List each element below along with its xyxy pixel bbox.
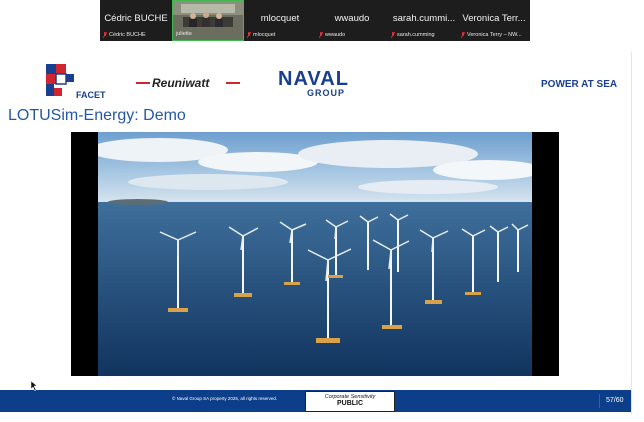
participant-name: mlocquet [260, 13, 300, 24]
slide-footer: © Naval Group SA property 2025, all righ… [0, 390, 632, 412]
wind-farm-scene [98, 132, 532, 376]
participant-tile[interactable]: Veronica Terr... Veronica Terry – NW... [458, 0, 530, 41]
participant-tile[interactable]: sarah.cummi... sarah.cumming [388, 0, 460, 41]
naval-group-text: GROUP [307, 88, 346, 98]
scrollbar[interactable] [631, 52, 644, 414]
participant-strip: Cédric BUCHE Cédric BUCHE juliette mlocq… [0, 0, 644, 52]
demo-video[interactable] [71, 132, 559, 376]
participant-name: Veronica Terr... [462, 13, 526, 24]
participant-label: wwaudo [325, 32, 346, 38]
participant-name: Cédric BUCHE [104, 13, 168, 24]
reuniwatt-logo: Reuniwatt [136, 76, 240, 90]
participant-tile[interactable]: Cédric BUCHE Cédric BUCHE [100, 0, 172, 41]
page-number: 57/60 [606, 397, 624, 404]
shared-slide: FACET Reuniwatt NAVAL GROUP POWER AT SEA… [0, 52, 632, 414]
facet-text: FACET [76, 90, 106, 100]
participant-tile[interactable]: wwaudo wwaudo [316, 0, 388, 41]
muted-mic-icon [319, 32, 323, 38]
muted-mic-icon [391, 32, 395, 38]
participant-label: mlocquet [253, 32, 276, 38]
participant-label: sarah.cumming [397, 32, 435, 38]
participant-tile[interactable]: mlocquet mlocquet [244, 0, 316, 41]
participant-name: sarah.cummi... [392, 13, 456, 24]
sensitivity-box: Corporate Sensitivity PUBLIC [305, 391, 395, 412]
muted-mic-icon [247, 32, 251, 38]
tagline: POWER AT SEA [541, 79, 618, 90]
participant-video-tile[interactable]: juliette [172, 0, 244, 41]
slide-title: LOTUSim-Energy: Demo [8, 107, 186, 124]
page-divider [599, 394, 600, 408]
participant-label: juliette [176, 31, 192, 37]
sensitivity-value: PUBLIC [336, 400, 364, 407]
participant-name: wwaudo [334, 13, 370, 24]
muted-mic-icon [103, 32, 107, 38]
participant-label: Cédric BUCHE [109, 32, 146, 38]
participant-label: Veronica Terry – NW... [467, 32, 522, 38]
participant-tiles: Cédric BUCHE Cédric BUCHE juliette mlocq… [100, 0, 530, 41]
copyright-text: © Naval Group SA property 2025, all righ… [172, 396, 278, 401]
mouse-cursor-icon [31, 381, 38, 391]
muted-mic-icon [461, 32, 465, 38]
